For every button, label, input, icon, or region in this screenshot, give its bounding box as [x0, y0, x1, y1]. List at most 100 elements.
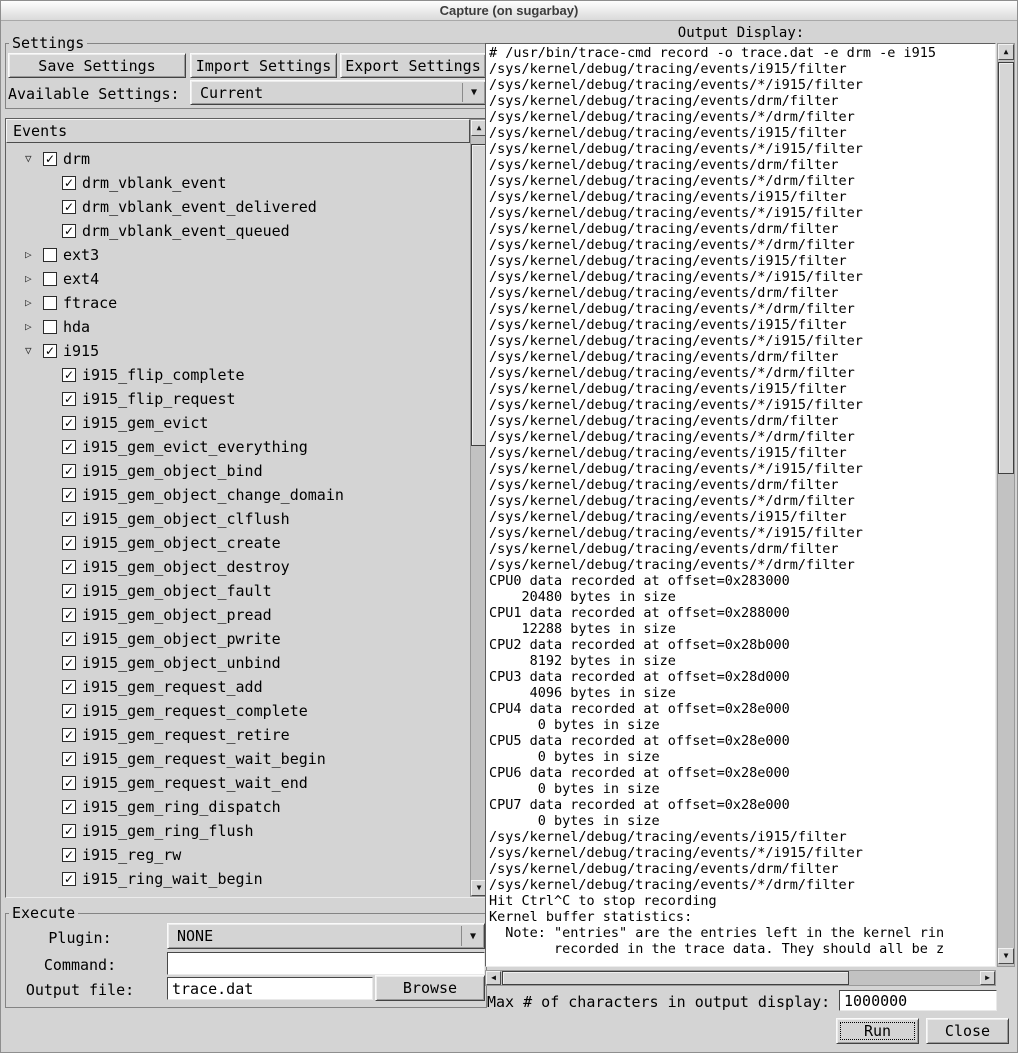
close-button[interactable]: Close — [926, 1018, 1009, 1044]
expander-closed-icon[interactable]: ▷ — [25, 243, 32, 267]
combo-arrow-icon[interactable]: ▼ — [463, 87, 485, 98]
max-chars-label: Max # of characters in output display: — [487, 993, 830, 1011]
event-checkbox[interactable]: ✓ — [62, 176, 76, 190]
tree-row[interactable]: ✓i915_gem_object_change_domain — [6, 483, 469, 507]
event-checkbox[interactable]: ✓ — [62, 704, 76, 718]
output-scroll-right-icon[interactable]: ▶ — [980, 971, 995, 985]
event-checkbox[interactable]: ✓ — [43, 344, 57, 358]
event-checkbox[interactable]: ✓ — [62, 848, 76, 862]
event-checkbox[interactable]: ✓ — [62, 488, 76, 502]
event-checkbox[interactable]: ✓ — [62, 440, 76, 454]
tree-row[interactable]: ✓i915_gem_request_wait_end — [6, 771, 469, 795]
output-vscrollbar-thumb[interactable] — [998, 62, 1014, 474]
tree-row[interactable]: ✓i915_flip_complete — [6, 363, 469, 387]
window-titlebar[interactable]: Capture (on sugarbay) — [1, 1, 1017, 21]
tree-row[interactable]: ✓i915_gem_object_pread — [6, 603, 469, 627]
output-scroll-down-icon[interactable]: ▼ — [998, 948, 1014, 964]
tree-row[interactable]: ✓i915_gem_object_clflush — [6, 507, 469, 531]
output-display-title: Output Display: — [485, 25, 997, 41]
event-checkbox[interactable] — [43, 320, 57, 334]
event-checkbox[interactable] — [43, 296, 57, 310]
event-checkbox[interactable] — [43, 248, 57, 262]
event-checkbox[interactable]: ✓ — [62, 512, 76, 526]
tree-row[interactable]: ▽✓i915 — [6, 339, 469, 363]
event-checkbox[interactable]: ✓ — [62, 752, 76, 766]
tree-row[interactable]: ✓i915_gem_ring_dispatch — [6, 795, 469, 819]
event-checkbox[interactable]: ✓ — [62, 728, 76, 742]
tree-row[interactable]: ✓i915_gem_request_retire — [6, 723, 469, 747]
save-settings-button[interactable]: Save Settings — [8, 53, 186, 78]
expander-closed-icon[interactable]: ▷ — [25, 315, 32, 339]
event-checkbox[interactable]: ✓ — [62, 224, 76, 238]
event-label: i915_gem_object_fault — [82, 579, 272, 603]
tree-row[interactable]: ▷hda — [6, 315, 469, 339]
tree-row[interactable]: ✓ i915_gem_object_fault — [6, 579, 469, 603]
tree-row[interactable]: ▷ftrace — [6, 291, 469, 315]
event-checkbox[interactable]: ✓ — [62, 824, 76, 838]
tree-row[interactable]: ✓ i915_gem_ring_flush — [6, 819, 469, 843]
tree-row[interactable]: ✓i915_gem_object_bind — [6, 459, 469, 483]
max-chars-input[interactable] — [839, 990, 997, 1011]
event-checkbox[interactable]: ✓ — [62, 416, 76, 430]
available-settings-combo[interactable]: Current ▼ — [190, 80, 486, 105]
tree-row[interactable]: ✓ i915_gem_evict — [6, 411, 469, 435]
browse-button[interactable]: Browse — [375, 975, 485, 1001]
event-label: drm — [63, 147, 90, 171]
tree-row[interactable]: ✓i915_flip_request — [6, 387, 469, 411]
tree-row[interactable]: ✓i915_ring_wait_begin — [6, 867, 469, 891]
tree-row[interactable]: ✓i915_gem_request_complete — [6, 699, 469, 723]
tree-row[interactable]: ✓i915_gem_object_destroy — [6, 555, 469, 579]
import-settings-button[interactable]: Import Settings — [190, 53, 337, 78]
tree-row[interactable]: ✓i915_gem_evict_everything — [6, 435, 469, 459]
event-label: ext3 — [63, 243, 99, 267]
tree-row[interactable]: ✓i915_gem_object_unbind — [6, 651, 469, 675]
event-label: ext4 — [63, 267, 99, 291]
event-checkbox[interactable]: ✓ — [62, 608, 76, 622]
event-checkbox[interactable]: ✓ — [62, 560, 76, 574]
event-checkbox[interactable]: ✓ — [62, 656, 76, 670]
combo-arrow-icon[interactable]: ▼ — [462, 931, 484, 942]
plugin-combo[interactable]: NONE ▼ — [167, 923, 485, 949]
expander-open-icon[interactable]: ▽ — [25, 339, 32, 363]
tree-row[interactable]: ✓drm_vblank_event_delivered — [6, 195, 469, 219]
event-checkbox[interactable]: ✓ — [62, 680, 76, 694]
event-checkbox[interactable]: ✓ — [62, 200, 76, 214]
event-checkbox[interactable] — [43, 272, 57, 286]
tree-row[interactable]: ✓i915_gem_request_add — [6, 675, 469, 699]
run-button[interactable]: Run — [836, 1018, 919, 1044]
event-checkbox[interactable]: ✓ — [62, 776, 76, 790]
events-column-header[interactable]: Events — [6, 119, 470, 143]
tree-row[interactable]: ✓i915_gem_object_create — [6, 531, 469, 555]
event-label: i915_gem_request_wait_begin — [82, 747, 326, 771]
event-checkbox[interactable]: ✓ — [62, 872, 76, 886]
output-hscrollbar-thumb[interactable] — [502, 971, 849, 985]
capture-window: Capture (on sugarbay) Settings Save Sett… — [0, 0, 1018, 1053]
output-file-input[interactable] — [167, 977, 373, 1000]
tree-row[interactable]: ✓i915_gem_object_pwrite — [6, 627, 469, 651]
events-tree: ▽✓drm✓drm_vblank_event✓drm_vblank_event_… — [6, 147, 469, 891]
tree-row[interactable]: ✓drm_vblank_event_queued — [6, 219, 469, 243]
event-checkbox[interactable]: ✓ — [62, 536, 76, 550]
expander-open-icon[interactable]: ▽ — [25, 147, 32, 171]
command-input[interactable] — [167, 952, 485, 975]
expander-closed-icon[interactable]: ▷ — [25, 291, 32, 315]
event-checkbox[interactable]: ✓ — [62, 632, 76, 646]
event-checkbox[interactable]: ✓ — [62, 464, 76, 478]
expander-closed-icon[interactable]: ▷ — [25, 267, 32, 291]
tree-row[interactable]: ▷ ext4 — [6, 267, 469, 291]
output-scroll-up-icon[interactable]: ▲ — [998, 44, 1014, 60]
event-label: i915_gem_ring_flush — [82, 819, 254, 843]
output-scroll-left-icon[interactable]: ◀ — [486, 971, 501, 985]
event-checkbox[interactable]: ✓ — [62, 392, 76, 406]
export-settings-button[interactable]: Export Settings — [340, 53, 486, 78]
event-checkbox[interactable]: ✓ — [62, 368, 76, 382]
tree-row[interactable]: ✓ i915_gem_request_wait_begin — [6, 747, 469, 771]
event-checkbox[interactable]: ✓ — [43, 152, 57, 166]
event-checkbox[interactable]: ✓ — [62, 800, 76, 814]
tree-row[interactable]: ✓drm_vblank_event — [6, 171, 469, 195]
tree-row[interactable]: ▷ ext3 — [6, 243, 469, 267]
tree-row[interactable]: ✓i915_reg_rw — [6, 843, 469, 867]
tree-row[interactable]: ▽ ✓ drm — [6, 147, 469, 171]
event-label: i915_gem_evict — [82, 411, 208, 435]
event-checkbox[interactable]: ✓ — [62, 584, 76, 598]
